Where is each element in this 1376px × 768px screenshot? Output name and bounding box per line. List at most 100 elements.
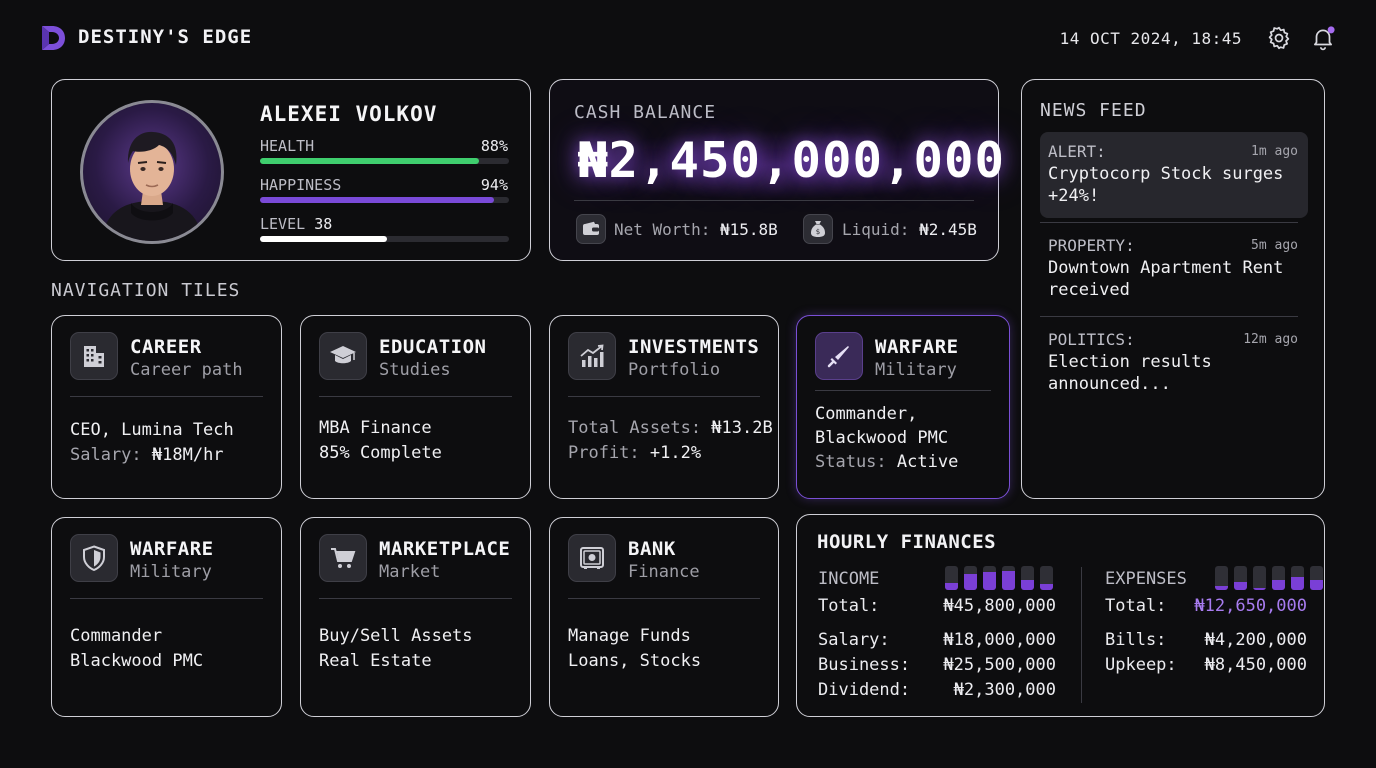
income-row: Dividend: ₦2,300,000 xyxy=(818,680,1056,700)
hourly-finances-card: HOURLY FINANCES INCOME Total: ₦45,800,00… xyxy=(796,514,1325,717)
cash-divider xyxy=(574,200,974,201)
tile-line: Salary: ₦18M/hr xyxy=(70,445,224,465)
tile-line: Profit: +1.2% xyxy=(568,443,702,463)
income-label: INCOME xyxy=(818,569,880,589)
tile-line: Real Estate xyxy=(319,651,432,671)
expenses-label: EXPENSES xyxy=(1105,569,1187,589)
tile-investments[interactable]: INVESTMENTS Portfolio Total Assets: ₦13.… xyxy=(549,315,779,499)
datetime: 14 OCT 2024, 18:45 xyxy=(1059,29,1242,48)
tile-divider xyxy=(815,390,991,391)
mini-bar xyxy=(1040,566,1053,590)
happiness-label: HAPPINESS xyxy=(260,176,342,194)
mini-bar xyxy=(1291,566,1304,590)
tile-divider xyxy=(568,598,760,599)
mini-bar xyxy=(1272,566,1285,590)
health-label: HEALTH xyxy=(260,137,315,155)
news-time: 5m ago xyxy=(1251,238,1298,253)
news-item[interactable]: ALERT: 1m ago Cryptocorp Stock surges +2… xyxy=(1040,132,1308,218)
mini-bar xyxy=(1234,566,1247,590)
tile-marketplace[interactable]: MARKETPLACE Market Buy/Sell Assets Real … xyxy=(300,517,531,717)
tile-line: Manage Funds xyxy=(568,626,691,646)
tile-line: Blackwood PMC xyxy=(70,651,204,671)
tile-subtitle: Military xyxy=(875,360,957,380)
logo-icon xyxy=(42,26,65,50)
news-item[interactable]: POLITICS: 12m ago Election results annou… xyxy=(1040,320,1308,406)
mini-bar xyxy=(1215,566,1228,590)
news-divider xyxy=(1040,316,1298,317)
news-feed-title: NEWS FEED xyxy=(1040,100,1147,121)
wallet-icon xyxy=(576,214,606,244)
happiness-bar-fill xyxy=(260,197,495,203)
cash-balance-label: CASH BALANCE xyxy=(574,102,717,123)
tile-divider xyxy=(568,396,760,397)
news-text: Election results announced... xyxy=(1048,352,1212,394)
building-icon xyxy=(70,332,118,380)
mini-bar xyxy=(1002,566,1015,590)
profile-card[interactable]: ALEXEI VOLKOV HEALTH 88% HAPPINESS 94% L… xyxy=(51,79,531,261)
graduation-cap-icon xyxy=(319,332,367,380)
health-bar-fill xyxy=(260,158,480,164)
expenses-mini-chart xyxy=(1215,566,1323,590)
safe-icon xyxy=(568,534,616,582)
tile-career[interactable]: CAREER Career path CEO, Lumina Tech Sala… xyxy=(51,315,282,499)
health-value: 88% xyxy=(480,137,508,155)
bell-icon[interactable] xyxy=(1310,25,1336,51)
navigation-tiles-label: NAVIGATION TILES xyxy=(51,280,241,301)
tile-divider xyxy=(70,396,263,397)
avatar[interactable] xyxy=(80,100,224,244)
happiness-value: 94% xyxy=(480,176,508,194)
level-bar-fill xyxy=(260,236,387,242)
tile-subtitle: Finance xyxy=(628,562,700,582)
tile-subtitle: Portfolio xyxy=(628,360,721,380)
chart-up-icon xyxy=(568,332,616,380)
mini-bar xyxy=(1021,566,1034,590)
tile-line: 85% Complete xyxy=(319,443,442,463)
tile-body: Commander Blackwood PMC xyxy=(70,624,203,674)
mini-bar xyxy=(983,566,996,590)
app-title: DESTINY'S EDGE xyxy=(78,26,253,48)
tile-line: Commander xyxy=(70,626,163,646)
tile-body: Commander, Blackwood PMC Status: Active xyxy=(815,402,958,474)
tile-divider xyxy=(70,598,263,599)
tile-subtitle: Studies xyxy=(379,360,451,380)
tile-line: Blackwood PMC xyxy=(815,428,949,448)
mini-bar xyxy=(1253,566,1266,590)
tile-line: Total Assets: ₦13.2B xyxy=(568,418,773,438)
tile-line: MBA Finance xyxy=(319,418,432,438)
tile-title: MARKETPLACE xyxy=(379,538,511,560)
tile-warfare[interactable]: WARFARE Military Commander Blackwood PMC xyxy=(51,517,282,717)
tile-line: CEO, Lumina Tech xyxy=(70,420,234,440)
tile-line: Status: Active xyxy=(815,452,959,472)
tile-warfare-active[interactable]: WARFARE Military Commander, Blackwood PM… xyxy=(796,315,1010,499)
cart-icon xyxy=(319,534,367,582)
mini-bar xyxy=(1310,566,1323,590)
news-item[interactable]: PROPERTY: 5m ago Downtown Apartment Rent… xyxy=(1040,226,1308,312)
gear-icon[interactable] xyxy=(1266,25,1292,51)
tile-subtitle: Career path xyxy=(130,360,243,380)
tile-education[interactable]: EDUCATION Studies MBA Finance 85% Comple… xyxy=(300,315,531,499)
news-time: 1m ago xyxy=(1251,144,1298,159)
news-text: Cryptocorp Stock surges +24%! xyxy=(1048,164,1284,206)
expenses-row: Bills: ₦4,200,000 xyxy=(1105,630,1307,650)
tile-divider xyxy=(319,396,512,397)
news-feed-card: NEWS FEED ALERT: 1m ago Cryptocorp Stock… xyxy=(1021,79,1325,499)
level-bar xyxy=(260,236,509,242)
tile-body: MBA Finance 85% Complete xyxy=(319,416,442,466)
liquid-balance: Liquid: ₦2.45B xyxy=(842,220,977,239)
tile-title: WARFARE xyxy=(875,336,959,358)
expenses-total: Total: ₦12,650,000 xyxy=(1105,596,1307,616)
happiness-bar xyxy=(260,197,509,203)
player-name: ALEXEI VOLKOV xyxy=(260,102,438,126)
income-mini-chart xyxy=(945,566,1053,590)
svg-text:$: $ xyxy=(816,228,820,236)
level-label: LEVEL 38 xyxy=(260,215,333,233)
tile-bank[interactable]: BANK Finance Manage Funds Loans, Stocks xyxy=(549,517,779,717)
tile-divider xyxy=(319,598,512,599)
shield-icon xyxy=(70,534,118,582)
health-bar xyxy=(260,158,509,164)
level-value: 38 xyxy=(314,215,333,233)
tile-subtitle: Market xyxy=(379,562,441,582)
net-worth: Net Worth: ₦15.8B xyxy=(614,220,778,239)
income-row: Salary: ₦18,000,000 xyxy=(818,630,1056,650)
news-text: Downtown Apartment Rent received xyxy=(1048,258,1284,300)
